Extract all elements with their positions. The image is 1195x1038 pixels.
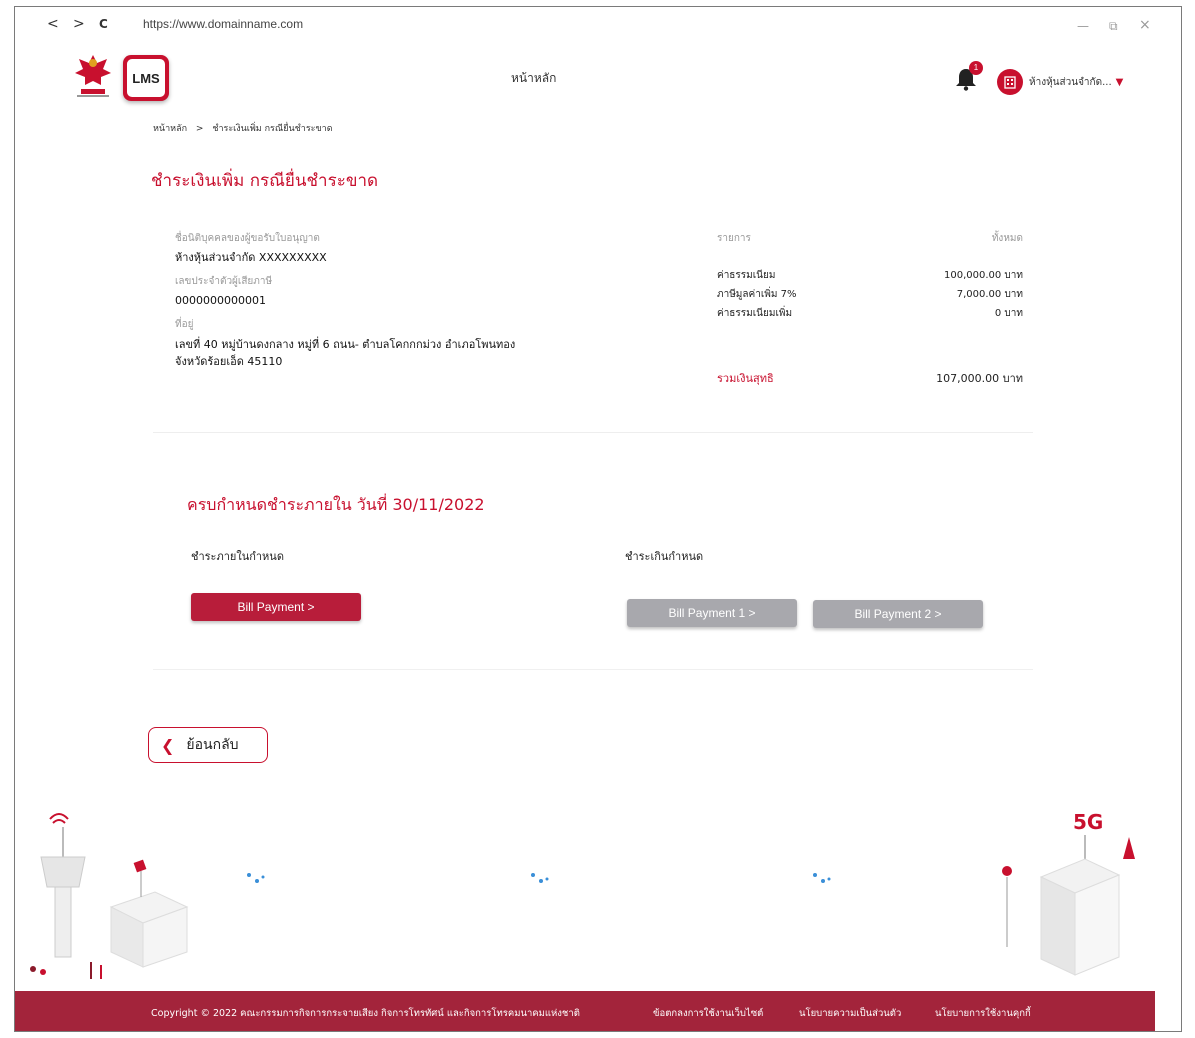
tax-id-label: เลขประจำตัวผู้เสียภาษี bbox=[175, 276, 273, 287]
notification-badge: 1 bbox=[969, 61, 983, 75]
overdue-label: ชำระเกินกำหนด bbox=[625, 550, 704, 563]
fee-col-item: รายการ bbox=[717, 233, 751, 244]
name-label: ชื่อนิติบุคคลของผู้ขอรับใบอนุญาต bbox=[175, 233, 320, 244]
back-button-label: ย้อนกลับ bbox=[186, 737, 239, 753]
tax-id-value: 0000000000001 bbox=[175, 294, 266, 307]
fee-summary: รายการ ทั้งหมด ค่าธรรมเนียม 100,000.00 บ… bbox=[717, 231, 1023, 387]
fee-total-label: รวมเงินสุทธิ bbox=[717, 372, 774, 385]
chevron-left-icon: ❮ bbox=[161, 735, 175, 755]
fee-row-label: ค่าธรรมเนียม bbox=[717, 270, 776, 281]
site-footer: Copyright © 2022 คณะกรรมการกิจการกระจายเ… bbox=[15, 991, 1155, 1031]
back-nav-button[interactable]: < bbox=[47, 16, 59, 32]
address-bar[interactable]: https://www.domainname.com bbox=[143, 17, 303, 31]
nav-home-link[interactable]: หน้าหลัก bbox=[511, 69, 556, 88]
city-illustration: 5G bbox=[30, 810, 1135, 979]
bill-payment-1-button[interactable]: Bill Payment 1 > bbox=[627, 599, 797, 627]
browser-window: < > C https://www.domainname.com — ⧉ × L… bbox=[14, 6, 1182, 1032]
fee-row-amount: 100,000.00 บาท bbox=[944, 270, 1023, 281]
close-button[interactable]: × bbox=[1139, 17, 1151, 33]
footer-privacy-link[interactable]: นโยบายความเป็นส่วนตัว bbox=[799, 1006, 901, 1021]
back-button[interactable]: ❮ ย้อนกลับ bbox=[148, 727, 268, 763]
breadcrumb-separator: > bbox=[195, 124, 204, 134]
breadcrumb-current: ชำระเงินเพิ่ม กรณียื่นชำระขาด bbox=[212, 124, 333, 134]
fee-row-amount: 0 บาท bbox=[994, 308, 1023, 319]
fee-row: ภาษีมูลค่าเพิ่ม 7% 7,000.00 บาท bbox=[717, 287, 1023, 302]
footer-cookies-link[interactable]: นโยบายการใช้งานคุกกี้ bbox=[935, 1006, 1031, 1021]
footer-copyright: Copyright © 2022 คณะกรรมการกิจการกระจายเ… bbox=[151, 1008, 580, 1019]
page-title: ชำระเงินเพิ่ม กรณียื่นชำระขาด bbox=[151, 171, 379, 191]
fee-row-label: ค่าธรรมเนียมเพิ่ม bbox=[717, 308, 793, 319]
fee-header: รายการ ทั้งหมด bbox=[717, 231, 1023, 246]
chevron-down-icon: ▼ bbox=[1115, 76, 1124, 88]
fee-row-amount: 7,000.00 บาท bbox=[956, 289, 1023, 300]
due-date-title: ครบกำหนดชำระภายใน วันที่ 30/11/2022 bbox=[187, 495, 485, 514]
building-icon bbox=[997, 69, 1023, 95]
fee-total-amount: 107,000.00 บาท bbox=[936, 372, 1023, 385]
fee-row: ค่าธรรมเนียม 100,000.00 บาท bbox=[717, 268, 1023, 283]
licensee-info: ชื่อนิติบุคคลของผู้ขอรับใบอนุญาต ห้างหุ้… bbox=[175, 231, 655, 370]
garuda-emblem-icon bbox=[75, 55, 111, 97]
forward-nav-button[interactable]: > bbox=[73, 16, 85, 32]
section-divider bbox=[153, 669, 1033, 670]
section-divider bbox=[153, 432, 1033, 433]
account-menu[interactable]: ห้างหุ้นส่วนจำกัด... ▼ bbox=[997, 69, 1123, 95]
site-header: LMS หน้าหลัก 1 ห้างหุ้นส่วนจำกัด... ▼ bbox=[15, 43, 1181, 113]
account-name: ห้างหุ้นส่วนจำกัด... bbox=[1029, 76, 1112, 88]
address-line-2: จังหวัดร้อยเอ็ด 45110 bbox=[175, 355, 283, 368]
fee-total-row: รวมเงินสุทธิ 107,000.00 บาท bbox=[717, 369, 1023, 387]
bill-payment-2-button[interactable]: Bill Payment 2 > bbox=[813, 600, 983, 628]
restore-button[interactable]: ⧉ bbox=[1109, 19, 1118, 34]
breadcrumb-home[interactable]: หน้าหลัก bbox=[153, 124, 187, 134]
address-label: ที่อยู่ bbox=[175, 319, 194, 330]
address-line-1: เลขที่ 40 หมู่บ้านดงกลาง หมู่ที่ 6 ถนน- … bbox=[175, 338, 516, 351]
browser-toolbar: < > C https://www.domainname.com — ⧉ × bbox=[15, 7, 1181, 43]
lms-logo[interactable]: LMS bbox=[123, 55, 169, 101]
fee-col-total: ทั้งหมด bbox=[991, 233, 1023, 244]
5g-label: 5G bbox=[1073, 810, 1103, 834]
reload-button[interactable]: C bbox=[99, 17, 108, 31]
name-value: ห้างหุ้นส่วนจำกัด XXXXXXXXX bbox=[175, 251, 327, 264]
wifi-tower-icon bbox=[40, 813, 86, 958]
lms-logo-text: LMS bbox=[127, 59, 165, 97]
fee-row: ค่าธรรมเนียมเพิ่ม 0 บาท bbox=[717, 306, 1023, 321]
minimize-button[interactable]: — bbox=[1077, 19, 1089, 33]
fee-row-label: ภาษีมูลค่าเพิ่ม 7% bbox=[717, 289, 797, 300]
breadcrumb: หน้าหลัก > ชำระเงินเพิ่ม กรณียื่นชำระขาด bbox=[153, 121, 339, 135]
5g-building-icon: 5G bbox=[1002, 810, 1135, 976]
bill-payment-button[interactable]: Bill Payment > bbox=[191, 593, 361, 621]
within-deadline-label: ชำระภายในกำหนด bbox=[191, 550, 284, 563]
small-building-icon bbox=[109, 859, 189, 968]
footer-terms-link[interactable]: ข้อตกลงการใช้งานเว็บไซต์ bbox=[653, 1006, 763, 1021]
